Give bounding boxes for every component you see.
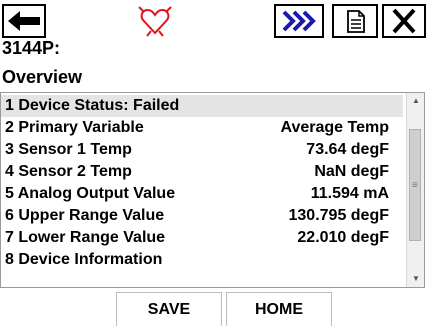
menu-item-label: 4 Sensor 2 Temp <box>5 163 132 180</box>
menu-item-device-information[interactable]: 8 Device Information <box>1 249 403 271</box>
device-tag: 3144P: <box>2 38 61 58</box>
close-button[interactable] <box>382 4 426 38</box>
back-arrow-icon <box>8 11 40 31</box>
vertical-scrollbar[interactable]: ▲ ≡ ▼ <box>406 93 424 287</box>
save-button[interactable]: SAVE <box>116 292 222 326</box>
menu-item-primary-variable[interactable]: 2 Primary Variable Average Temp <box>1 117 403 139</box>
overview-menu-list: 1 Device Status: Failed 2 Primary Variab… <box>0 92 425 288</box>
menu-item-label: 1 Device Status: Failed <box>5 97 180 114</box>
menu-item-value: NaN degF <box>314 163 389 180</box>
menu-item-value: 11.594 mA <box>310 185 389 202</box>
home-button[interactable]: HOME <box>226 292 332 326</box>
menu-item-analog-output[interactable]: 5 Analog Output Value 11.594 mA <box>1 183 403 205</box>
menu-item-label: 2 Primary Variable <box>5 119 144 136</box>
menu-item-label: 7 Lower Range Value <box>5 229 166 246</box>
menu-item-lower-range[interactable]: 7 Lower Range Value 22.010 degF <box>1 227 403 249</box>
menu-item-label: 5 Analog Output Value <box>5 185 176 202</box>
menu-item-label: 6 Upper Range Value <box>5 207 165 224</box>
scroll-down-arrow-icon[interactable]: ▼ <box>412 275 420 283</box>
menu-item-label: 8 Device Information <box>5 251 163 268</box>
menu-item-sensor-2-temp[interactable]: 4 Sensor 2 Temp NaN degF <box>1 161 403 183</box>
double-chevron-right-icon <box>282 10 316 32</box>
menu-item-label: 3 Sensor 1 Temp <box>5 141 132 158</box>
menu-item-sensor-1-temp[interactable]: 3 Sensor 1 Temp 73.64 degF <box>1 139 403 161</box>
menu-item-value: 22.010 degF <box>297 229 389 246</box>
menu-item-value: 130.795 degF <box>288 207 390 224</box>
forward-button[interactable] <box>274 4 324 38</box>
page-title: Overview <box>2 67 83 87</box>
scroll-grip-icon: ≡ <box>412 180 418 191</box>
scroll-up-arrow-icon[interactable]: ▲ <box>412 97 420 105</box>
menu-item-device-status[interactable]: 1 Device Status: Failed <box>1 95 403 117</box>
document-icon <box>347 10 365 33</box>
menu-item-upper-range[interactable]: 6 Upper Range Value 130.795 degF <box>1 205 403 227</box>
menu-item-value: 73.64 degF <box>306 141 389 158</box>
document-button[interactable] <box>332 4 378 38</box>
heartbeat-heart-icon <box>138 6 172 38</box>
menu-item-value: Average Temp <box>280 119 389 136</box>
back-button[interactable] <box>2 4 46 38</box>
scrollbar-thumb[interactable]: ≡ <box>409 129 421 241</box>
close-x-icon <box>392 8 416 34</box>
